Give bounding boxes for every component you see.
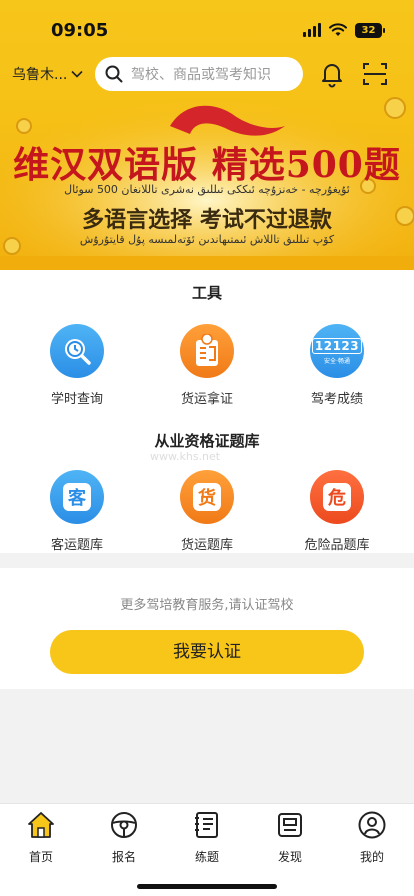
city-label: 乌鲁木...: [12, 67, 68, 83]
bank-label: 危险品题库: [304, 538, 370, 553]
chevron-down-icon: [71, 70, 83, 78]
passenger-glyph: 客: [63, 483, 91, 511]
tab-label: 首页: [28, 850, 53, 864]
search-row: 乌鲁木... 驾校、商品或驾考知识: [0, 52, 414, 96]
promo-banner[interactable]: 维汉双语版 精选500题 ئۇيغۇرچە - خەنزۇچە ئىككى تى…: [0, 96, 414, 270]
home-icon: [28, 812, 54, 838]
clock-search-icon: [50, 324, 104, 378]
tab-label: 练题: [194, 850, 219, 864]
status-bar: 09:05 32: [0, 0, 414, 50]
tab-home[interactable]: 首页: [11, 810, 71, 865]
banner-uyghur-line1: ئۇيغۇرچە - خەنزۇچە ئىككى تىللىق نەشرى تا…: [64, 183, 350, 196]
tab-discover[interactable]: 发现: [260, 810, 320, 865]
12123-icon: 12123 安全·畅通: [310, 324, 364, 378]
tool-label: 学时查询: [50, 392, 103, 407]
tab-signup[interactable]: 报名: [94, 810, 154, 865]
tab-label: 我的: [359, 850, 384, 864]
question-bank-title: 从业资格证题库: [154, 432, 260, 450]
home-indicator[interactable]: [137, 884, 277, 889]
signal-icon: [303, 23, 321, 37]
banner-subtitle: 多语言选择 考试不过退款: [82, 208, 332, 233]
notebook-icon: [195, 812, 218, 838]
bank-label: 客运题库: [50, 538, 103, 553]
certify-button[interactable]: 我要认证: [50, 630, 364, 674]
hazmat-icon: 危: [310, 470, 364, 524]
bank-label: 货运题库: [180, 538, 233, 553]
tool-label: 货运拿证: [180, 392, 233, 407]
search-input[interactable]: 驾校、商品或驾考知识: [95, 57, 303, 91]
tab-practice[interactable]: 练题: [177, 810, 237, 865]
freight-glyph: 货: [193, 483, 221, 511]
freight-license-icon: [180, 324, 234, 378]
wifi-icon: [329, 23, 347, 36]
bell-icon[interactable]: [318, 60, 346, 88]
tab-mine[interactable]: 我的: [342, 810, 402, 865]
tab-label: 发现: [277, 850, 302, 864]
steering-wheel-icon: [111, 812, 137, 838]
certify-panel: 更多驾培教育服务,请认证驾校 我要认证: [0, 568, 414, 689]
tab-label: 报名: [111, 850, 136, 864]
freight-icon: 货: [180, 470, 234, 524]
bank-passenger[interactable]: 客 客运题库: [27, 470, 127, 553]
12123-badge-sub: 安全·畅通: [324, 357, 350, 365]
banner-title: 维汉双语版 精选500题: [13, 144, 401, 186]
tools-title: 工具: [191, 284, 222, 302]
tool-freight-license[interactable]: 货运拿证: [157, 324, 257, 407]
passenger-icon: 客: [50, 470, 104, 524]
battery-icon: 32: [355, 22, 385, 38]
search-icon: [105, 65, 123, 83]
search-placeholder: 驾校、商品或驾考知识: [131, 67, 271, 83]
discover-icon: [278, 813, 302, 837]
status-time: 09:05: [51, 20, 109, 41]
header-area: 09:05 32 乌鲁木... 驾校、商品或驾考知识 维汉双语版 精选500题 …: [0, 0, 414, 270]
banner-uyghur-line2: كۆپ تىللىق تاللاش ئىمتىھاندىن ئۆتەلمىسە …: [79, 233, 335, 246]
bottom-tab-bar: 首页 报名 练题 发现 我的: [0, 803, 414, 896]
12123-badge-text: 12123: [311, 337, 363, 354]
hazmat-glyph: 危: [323, 483, 351, 511]
tool-study-hours[interactable]: 学时查询: [27, 324, 127, 407]
status-icons: 32: [303, 21, 385, 39]
bank-hazmat[interactable]: 危 危险品题库: [287, 470, 387, 553]
certify-hint: 更多驾培教育服务,请认证驾校: [120, 598, 294, 613]
tools-panel: 工具 学时查询 货运拿证 12123 安全·畅通 驾考成绩 从业资格证题库 ww…: [0, 270, 414, 553]
tool-label: 驾考成绩: [310, 392, 363, 407]
city-selector[interactable]: 乌鲁木...: [12, 64, 83, 84]
bank-freight[interactable]: 货 货运题库: [157, 470, 257, 553]
scan-icon[interactable]: [361, 60, 389, 88]
user-icon: [358, 811, 386, 839]
tool-exam-scores[interactable]: 12123 安全·畅通 驾考成绩: [287, 324, 387, 407]
watermark: www.khs.net: [150, 450, 221, 463]
